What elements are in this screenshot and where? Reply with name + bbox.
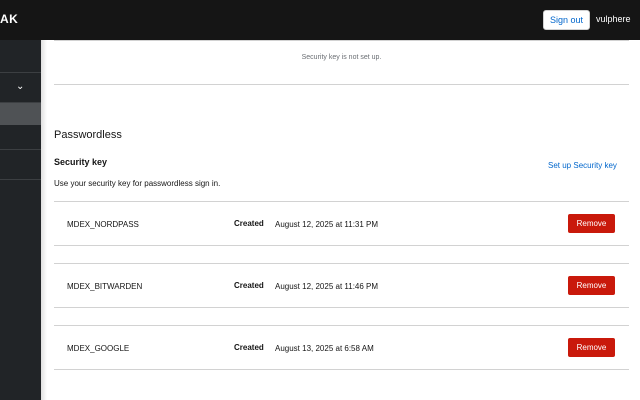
sidebar-item-4[interactable] (0, 150, 41, 180)
sidebar-item-1[interactable] (0, 40, 41, 73)
section-title-passwordless: Passwordless (54, 129, 122, 141)
remove-button[interactable]: Remove (568, 214, 615, 233)
username-menu[interactable]: vulphere (596, 14, 631, 24)
set-up-security-key-link[interactable]: Set up Security key (548, 161, 617, 170)
divider (54, 84, 629, 85)
created-label: Created (234, 219, 264, 228)
security-key-row: MDEX_NORDPASS Created August 12, 2025 at… (54, 201, 629, 246)
key-name: MDEX_GOOGLE (67, 344, 130, 353)
security-key-row: MDEX_GOOGLE Created August 13, 2025 at 6… (54, 325, 629, 370)
security-key-row: MDEX_BITWARDEN Created August 12, 2025 a… (54, 263, 629, 308)
sidebar-shadow (41, 40, 47, 400)
subsection-title-security-key: Security key (54, 157, 108, 167)
sidebar-item-active[interactable] (0, 103, 41, 125)
empty-state-message: Security key is not set up. (301, 54, 382, 61)
key-name: MDEX_NORDPASS (67, 220, 139, 229)
chevron-down-icon: ⌄ (16, 81, 25, 92)
created-date: August 13, 2025 at 6:58 AM (275, 344, 374, 353)
masthead: AK Sign out vulphere (0, 0, 640, 40)
divider (54, 40, 629, 41)
created-date: August 12, 2025 at 11:31 PM (275, 220, 379, 229)
created-label: Created (234, 281, 264, 290)
remove-button[interactable]: Remove (568, 276, 615, 295)
sidebar-item-2[interactable]: ⌄ (0, 73, 41, 103)
remove-button[interactable]: Remove (568, 338, 615, 357)
security-key-help-text: Use your security key for passwordless s… (54, 179, 221, 188)
created-date: August 12, 2025 at 11:46 PM (275, 282, 379, 291)
created-label: Created (234, 343, 264, 352)
sidebar-item-3[interactable] (0, 125, 41, 150)
sign-out-button[interactable]: Sign out (543, 10, 590, 30)
brand-logo-text: AK (0, 12, 19, 26)
key-name: MDEX_BITWARDEN (67, 282, 143, 291)
